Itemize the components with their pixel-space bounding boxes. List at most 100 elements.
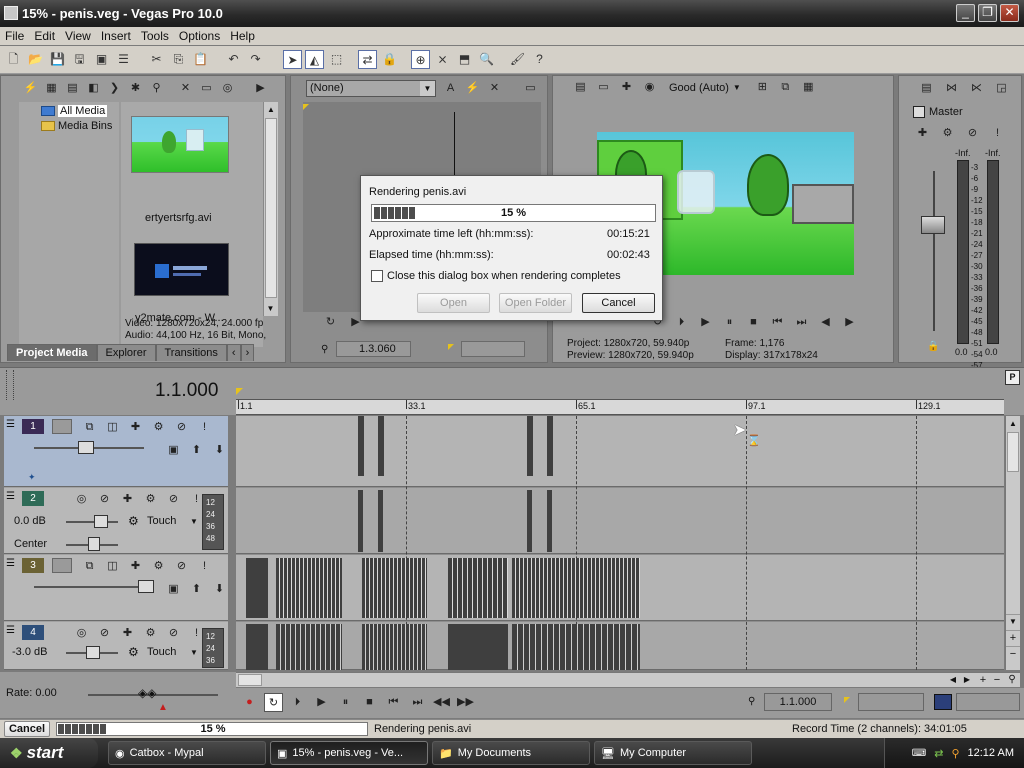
loop-icon[interactable]: ↻ [321,313,340,332]
remove-icon[interactable]: ✕ [176,79,195,98]
track-fx-icon[interactable]: ✚ [118,624,137,643]
save-snapshot-icon[interactable]: ▦ [799,78,818,97]
expand-icon[interactable]: ▣ [164,441,183,460]
envelope-tool-icon[interactable]: ◭ [305,50,324,69]
timeline-vscrollbar[interactable]: ▲ ▼ + − [1005,416,1020,670]
copy-icon[interactable]: ⎘ [169,50,188,69]
preview-region-icon[interactable] [934,694,952,710]
keyboard-icon[interactable]: ⌨ [912,748,926,759]
task-my-computer[interactable]: 🖥 My Computer [594,741,752,765]
video-event[interactable] [246,558,268,618]
replace-icon[interactable]: ❯ [105,79,124,98]
go-to-start-icon[interactable]: ⏮ [768,313,787,332]
fx-chain-icon[interactable]: ⚙ [141,624,160,643]
play-from-start-icon[interactable]: ⏵ [672,313,691,332]
normal-edit-tool-icon[interactable]: ➤ [283,50,302,69]
chevron-down-icon[interactable]: ▼ [733,83,741,92]
media-properties-icon[interactable]: ▭ [197,79,216,98]
track-fx-icon[interactable]: ✚ [118,490,137,509]
tab-project-media[interactable]: Project Media [7,344,97,361]
timeline-hscrollbar[interactable]: ◀ ▶ + − ⚲ [236,672,1020,687]
pan-slider-handle[interactable] [88,537,100,551]
tabs-scroll-left-icon[interactable]: ‹ [226,344,241,361]
next-frame-icon[interactable]: ▶ [840,313,859,332]
loop-playback-icon[interactable]: ↻ [264,693,283,712]
track-header-3[interactable]: ☰ 3 ⧉ ◫ ✚ ⚙ ⊘ ! ▣ ⬆ ⬇ [4,555,228,621]
open-folder-button[interactable]: Open Folder [499,293,572,313]
marker-bar-icon[interactable]: P [1005,370,1020,385]
level-slider-handle[interactable] [78,441,94,454]
track-lane-2[interactable] [236,488,1004,554]
track-lane-1[interactable] [236,416,1004,487]
menu-edit[interactable]: Edit [29,29,60,43]
app-icon[interactable] [4,6,18,20]
stop-icon[interactable]: ■ [744,313,763,332]
mute-icon[interactable]: ⊘ [164,490,183,509]
play-icon[interactable]: ▶ [312,693,331,712]
record-icon[interactable]: ● [240,693,259,712]
lock-envelopes-icon[interactable]: 🔒 [380,50,399,69]
auto-ripple-icon[interactable]: ⇄ [358,50,377,69]
track-menu-icon[interactable]: ☰ [6,625,15,636]
track-motion-icon[interactable]: ◫ [103,418,122,437]
search-icon[interactable]: ⚲ [951,747,959,760]
snapping-icon[interactable]: ⊕ [411,50,430,69]
media-thumbnail[interactable] [134,243,229,296]
overlays-icon[interactable]: ⊞ [753,78,772,97]
menu-file[interactable]: File [0,29,29,43]
solo-icon[interactable]: ! [988,124,1007,143]
properties-icon[interactable]: ☰ [114,50,133,69]
compositing-icon[interactable]: ⧉ [80,557,99,576]
close-button[interactable]: ✕ [1000,4,1019,22]
timeline-tracks[interactable]: ➤ ⌛ [236,416,1004,670]
expand-icon[interactable]: ▣ [164,580,183,599]
extract-audio-icon[interactable]: ◧ [84,79,103,98]
trimmer-fx-icon[interactable]: ⚡ [463,79,482,98]
render-icon[interactable]: ▣ [92,50,111,69]
pause-icon[interactable]: ⏸ [720,313,739,332]
task-my-documents[interactable]: 📁 My Documents [432,741,590,765]
automation-icon[interactable]: ⚙ [128,514,139,528]
move-down-icon[interactable]: ⬇ [210,441,229,460]
video-event[interactable] [358,416,364,476]
brush-icon[interactable]: 🖌 [508,50,527,69]
timeline-ruler[interactable]: 1.1 33.1 65.1 97.1 129.1 [236,399,1004,415]
maximize-button[interactable]: ❐ [978,4,997,22]
open-button[interactable]: Open [417,293,490,313]
fx-chain-icon[interactable]: ⚙ [141,490,160,509]
volume-slider-handle[interactable] [86,646,100,659]
track-menu-icon[interactable]: ☰ [6,419,15,430]
rate-slider-handle[interactable]: ◈◈ [138,686,156,700]
import-media-icon[interactable]: ⚡ [21,79,40,98]
audio-event[interactable] [448,624,508,670]
task-vegas[interactable]: ▣ 15% - penis.veg - Ve... [270,741,428,765]
go-to-end-icon[interactable]: ⏭ [408,693,427,712]
split-screen-icon[interactable]: ◉ [640,78,659,97]
start-button[interactable]: ❖ start [0,738,98,768]
video-event[interactable] [362,558,427,618]
tree-item-media-bins[interactable]: Media Bins [41,120,119,132]
solo-icon[interactable]: ! [195,557,214,576]
selection-tool-icon[interactable]: ⬚ [327,50,346,69]
master-fx-icon[interactable]: ✚ [913,124,932,143]
video-event[interactable] [512,558,640,618]
trimmer-settings-icon[interactable]: A [441,79,460,98]
redo-icon[interactable]: ↷ [246,50,265,69]
automation-mode[interactable]: Touch [147,646,176,658]
mute-icon[interactable]: ⊘ [963,124,982,143]
track-fx-icon[interactable]: ✚ [126,418,145,437]
network-icon[interactable]: ⇄ [934,747,943,760]
track-menu-icon[interactable]: ☰ [6,558,15,569]
media-thumbnail[interactable] [131,116,229,173]
save-icon[interactable]: 💾 [48,50,67,69]
menu-view[interactable]: View [60,29,96,43]
chevron-down-icon[interactable]: ▼ [190,648,198,657]
trimmer-select[interactable]: (None) ▼ [306,80,436,97]
track-header-4[interactable]: ☰ 4 ◎ ⊘ ✚ ⚙ ⊘ ! -3.0 dB ⚙ Touch ▼ 12 24 36 [4,622,228,670]
play-icon[interactable]: ▶ [696,313,715,332]
downmix-icon[interactable]: ⋈ [942,79,961,98]
trimmer-clear-icon[interactable]: ✕ [485,79,504,98]
audio-event[interactable] [378,490,383,552]
compositing-icon[interactable]: ⧉ [80,418,99,437]
new-file-icon[interactable]: 🗋 [4,50,23,69]
